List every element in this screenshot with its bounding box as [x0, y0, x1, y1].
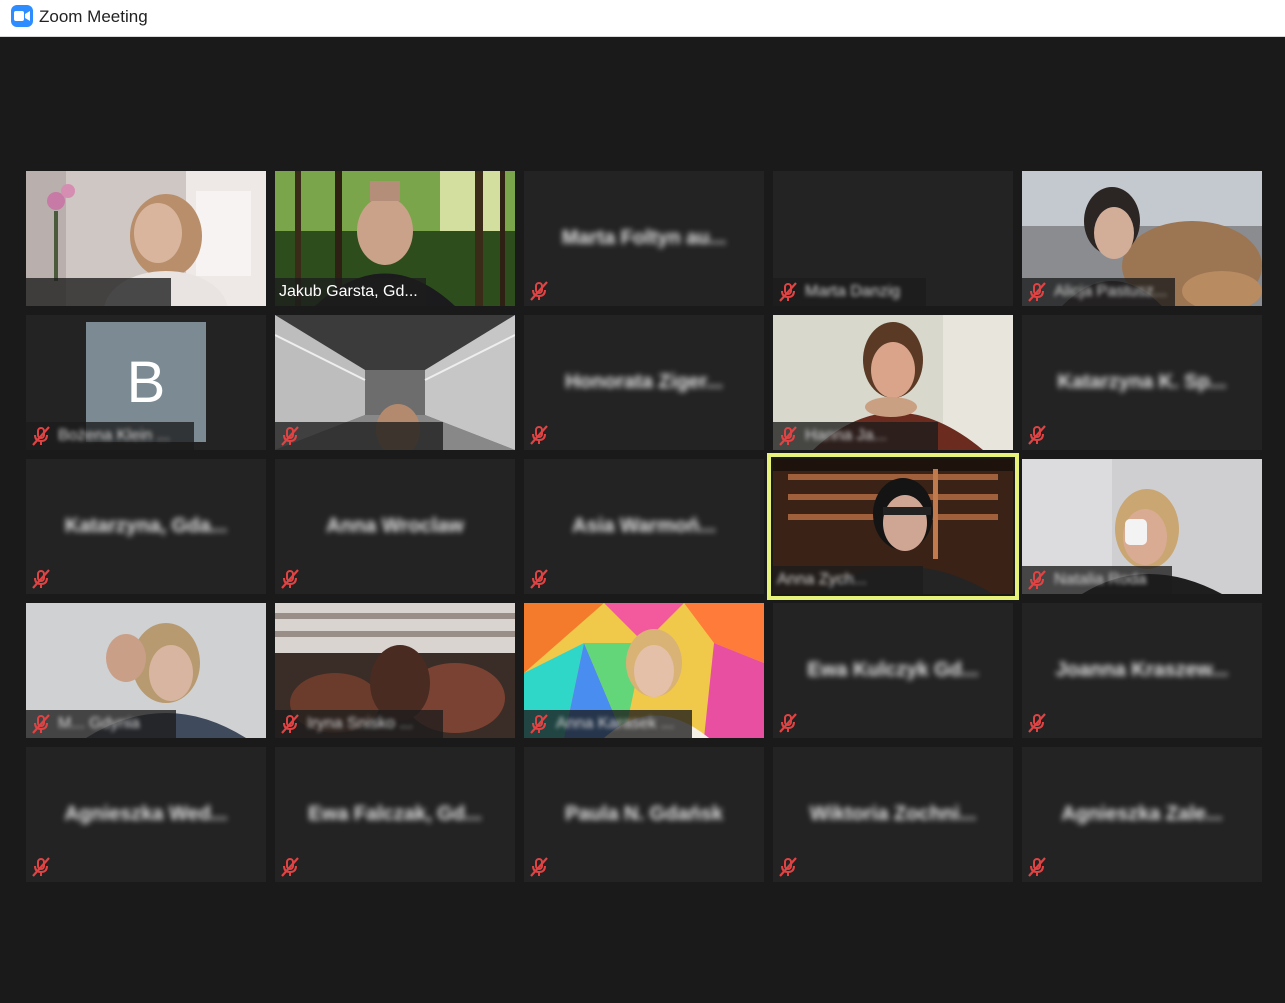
microphone-muted-icon — [528, 280, 550, 302]
gallery-view: Jakub Garsta, Gd... Marta Foltyn au... M… — [0, 38, 1285, 1003]
microphone-muted-icon — [30, 856, 52, 878]
participant-tile[interactable]: Ewa Kulczyk Gd... — [773, 603, 1013, 738]
microphone-muted-icon — [30, 713, 52, 735]
participant-name: Marta Danzig — [805, 283, 901, 300]
microphone-muted-icon — [1026, 856, 1048, 878]
microphone-muted-icon — [1026, 712, 1048, 734]
participant-name: Anna Zych... — [777, 571, 867, 588]
microphone-muted-icon — [528, 856, 550, 878]
participant-name-center: Joanna Kraszew... — [1055, 659, 1229, 681]
microphone-muted-icon — [777, 425, 799, 447]
participant-tile[interactable]: Natalia Roda — [1022, 459, 1262, 594]
participant-tile[interactable]: Marta Foltyn au... — [524, 171, 764, 306]
participant-tile[interactable]: Wiktoria Zochni... — [773, 747, 1013, 882]
participant-name: Jakub Garsta, Gd... — [279, 283, 418, 300]
participant-tile[interactable]: M... Gdynia — [26, 603, 266, 738]
microphone-muted-icon — [279, 856, 301, 878]
avatar-initial: B — [126, 349, 166, 415]
participant-name-center: Wiktoria Zochni... — [809, 803, 977, 825]
participant-name-center: Agnieszka Zale... — [1061, 803, 1223, 825]
participant-name: Iryna Snisko ... — [307, 715, 413, 732]
microphone-muted-icon — [528, 424, 550, 446]
participant-tile[interactable]: Hanna Ja... — [773, 315, 1013, 450]
participant-name-center: Katarzyna, Gda... — [64, 515, 228, 537]
participant-name-center: Ewa Falczak, Gd... — [308, 803, 482, 825]
participant-name: Alicja Pastusz... — [1054, 283, 1167, 300]
participant-name: Bożena Klein ... — [58, 427, 171, 444]
participant-name-center: Marta Foltyn au... — [561, 227, 727, 249]
participant-name: M... Gdynia — [58, 715, 140, 732]
participant-tile[interactable]: Ewa Falczak, Gd... — [275, 747, 515, 882]
zoom-camera-icon — [11, 5, 33, 27]
participant-name-center: Anna Wroclaw — [326, 515, 464, 537]
participant-tile[interactable]: Marta Danzig — [773, 171, 1013, 306]
participant-name: Anna Karasek ... — [556, 715, 675, 732]
window-title: Zoom Meeting — [39, 7, 148, 26]
participant-name-center: Honorata Ziger... — [565, 371, 723, 393]
participant-tile[interactable]: Agnieszka Wed... — [26, 747, 266, 882]
participant-tile[interactable]: B Bożena Klein ... — [26, 315, 266, 450]
participant-tile[interactable] — [275, 315, 515, 450]
participant-tile[interactable]: Iryna Snisko ... — [275, 603, 515, 738]
participant-name-center: Katarzyna K. Sp... — [1057, 371, 1227, 393]
microphone-muted-icon — [528, 713, 550, 735]
active-speaker-tile[interactable]: Anna Zych... — [767, 453, 1019, 600]
microphone-muted-icon — [777, 281, 799, 303]
microphone-muted-icon — [30, 425, 52, 447]
microphone-muted-icon — [1026, 424, 1048, 446]
participant-tile[interactable]: Anna Wroclaw — [275, 459, 515, 594]
microphone-muted-icon — [1026, 281, 1048, 303]
participant-tile[interactable]: Anna Karasek ... — [524, 603, 764, 738]
microphone-muted-icon — [279, 568, 301, 590]
microphone-muted-icon — [1026, 569, 1048, 591]
microphone-muted-icon — [528, 568, 550, 590]
participant-tile[interactable]: Asia Warmoń... — [524, 459, 764, 594]
participant-name-center: Ewa Kulczyk Gd... — [807, 659, 979, 681]
participant-tile[interactable]: Honorata Ziger... — [524, 315, 764, 450]
participant-tile[interactable] — [26, 171, 266, 306]
participant-name: Hanna Ja... — [805, 427, 887, 444]
participant-tile[interactable]: Joanna Kraszew... — [1022, 603, 1262, 738]
participant-name-center: Agnieszka Wed... — [64, 803, 228, 825]
participant-tile[interactable]: Katarzyna K. Sp... — [1022, 315, 1262, 450]
microphone-muted-icon — [777, 712, 799, 734]
participant-tile[interactable]: Alicja Pastusz... — [1022, 171, 1262, 306]
microphone-muted-icon — [279, 425, 301, 447]
participant-tile[interactable]: Katarzyna, Gda... — [26, 459, 266, 594]
participant-name: Natalia Roda — [1054, 571, 1147, 588]
participant-tile[interactable]: Agnieszka Zale... — [1022, 747, 1262, 882]
window-titlebar[interactable]: Zoom Meeting — [0, 0, 1285, 37]
microphone-muted-icon — [30, 568, 52, 590]
participant-name-center: Paula N. Gdańsk — [565, 803, 723, 825]
microphone-muted-icon — [279, 713, 301, 735]
participant-tile[interactable]: Jakub Garsta, Gd... — [275, 171, 515, 306]
participant-tile[interactable]: Paula N. Gdańsk — [524, 747, 764, 882]
participant-name-center: Asia Warmoń... — [572, 515, 716, 537]
microphone-muted-icon — [777, 856, 799, 878]
